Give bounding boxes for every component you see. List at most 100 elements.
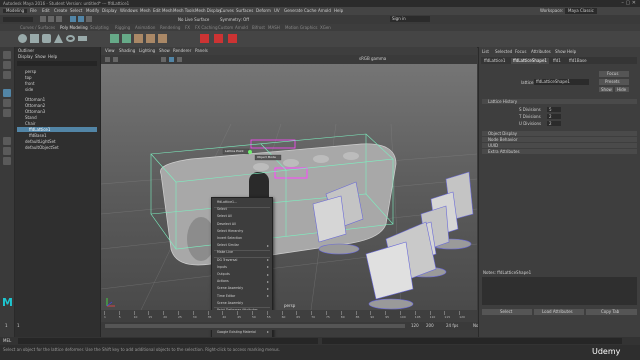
context-menu-item[interactable]: Outputs (217, 272, 230, 276)
shelf-tab[interactable]: Rendering (160, 26, 180, 30)
wireframe-icon[interactable] (161, 57, 166, 62)
outliner-menu-display[interactable]: Display (18, 55, 33, 59)
select-by-component-icon[interactable] (86, 16, 92, 22)
ae-tab[interactable]: ffd1Base (569, 59, 587, 63)
ae-section-lattice-history[interactable]: Lattice History (482, 99, 637, 104)
outliner-menu-help[interactable]: Help (48, 55, 57, 59)
textured-icon[interactable] (177, 57, 182, 62)
viewport-menu-view[interactable]: View (105, 49, 115, 53)
menu-select[interactable]: Select (70, 9, 82, 13)
menu-mesh-display[interactable]: Mesh Display (195, 9, 222, 13)
ae-tab-active[interactable]: ffdLatticeShape1 (511, 58, 549, 64)
start-time-field[interactable]: 1 (5, 324, 8, 328)
end-time-field[interactable]: 200 (426, 324, 434, 328)
ae-menu-help[interactable]: Help (567, 50, 576, 54)
viewport-menu-shading[interactable]: Shading (119, 49, 135, 53)
viewport-menu-panels[interactable]: Panels (195, 49, 208, 53)
ae-show-button[interactable]: Show (599, 87, 613, 92)
save-scene-icon[interactable] (56, 16, 62, 22)
poly-cone-icon[interactable] (54, 34, 63, 43)
context-menu-item[interactable]: Actions (217, 279, 229, 283)
menu-edit[interactable]: Edit (42, 9, 50, 13)
ae-presets-button[interactable]: Presets (599, 79, 629, 85)
ae-select-button[interactable]: Select (482, 309, 532, 315)
menu-generate[interactable]: Generate (284, 9, 303, 13)
bridge-icon[interactable] (146, 34, 155, 43)
bevel-icon[interactable] (158, 34, 167, 43)
command-input[interactable] (18, 338, 318, 344)
ae-tab[interactable]: ffd1 (553, 59, 561, 63)
menu-arnold[interactable]: Arnold (318, 9, 331, 13)
poly-sphere-icon[interactable] (18, 34, 27, 43)
multi-cut-icon[interactable] (200, 34, 209, 43)
outliner-menu-show[interactable]: Show (35, 55, 46, 59)
single-perspective-icon[interactable] (3, 137, 11, 145)
ae-load-attributes-button[interactable]: Load Attributes (534, 309, 584, 315)
select-by-hierarchy-icon[interactable] (70, 16, 76, 22)
sign-in-field[interactable]: Sign in (390, 16, 430, 22)
connect-icon[interactable] (228, 34, 237, 43)
menu-surfaces[interactable]: Surfaces (236, 9, 253, 13)
outliner-item[interactable]: ffdBase1 (17, 133, 97, 138)
outliner-item[interactable]: defaultObjectSet (17, 145, 97, 150)
poly-torus-icon[interactable] (66, 35, 75, 42)
ae-section-node-behavior[interactable]: Node Behavior (482, 137, 637, 142)
shelf-tab[interactable]: Curves / Surfaces (20, 26, 55, 30)
shelf-tab[interactable]: FX (185, 26, 190, 30)
ae-focus-button[interactable]: Focus (599, 71, 629, 77)
rotate-tool-icon[interactable] (3, 99, 11, 107)
mode-dropdown[interactable] (3, 17, 33, 22)
ae-menu-focus[interactable]: Focus (515, 50, 526, 54)
menu-file[interactable]: File (30, 9, 37, 13)
ae-menu-list[interactable]: List (482, 50, 489, 54)
shelf-tab[interactable]: Custom (218, 26, 233, 30)
menu-mesh-tools[interactable]: Mesh Tools (173, 9, 195, 13)
shelf-tab[interactable]: Bifrost (252, 26, 265, 30)
context-menu-item[interactable]: Scene Assembly (217, 301, 243, 305)
ae-copy-tab-button[interactable]: Copy Tab (586, 309, 637, 315)
target-weld-icon[interactable] (214, 34, 223, 43)
outliner-search-input[interactable] (17, 61, 97, 66)
scale-tool-icon[interactable] (3, 109, 11, 117)
lock-camera-icon[interactable] (113, 57, 118, 62)
context-menu-item[interactable]: Deselect All (217, 222, 236, 226)
outliner-item[interactable]: front (17, 81, 97, 86)
playback-start-field[interactable]: 1 (17, 324, 20, 328)
menu-curves[interactable]: Curves (220, 9, 234, 13)
ae-notes-field[interactable] (482, 277, 637, 305)
context-menu-item[interactable]: Select Hierarchy (217, 229, 243, 233)
menu-uv[interactable]: UV (274, 9, 280, 13)
viewport-scene[interactable] (101, 64, 477, 310)
viewport-menu-renderer[interactable]: Renderer (173, 49, 191, 53)
extrude-icon[interactable] (134, 34, 143, 43)
ae-hide-button[interactable]: Hide (615, 87, 629, 92)
shelf-tab[interactable]: XGen (320, 26, 331, 30)
outliner-item[interactable]: top (17, 75, 97, 80)
mode-selector[interactable]: Modeling (3, 9, 28, 13)
context-menu-item[interactable]: Inputs (217, 265, 227, 269)
viewport-persp[interactable]: Lattice Point Object Mode persp (101, 64, 477, 310)
move-tool-icon[interactable] (3, 89, 11, 97)
shelf-tab[interactable]: Arnold (235, 26, 248, 30)
outliner-item[interactable]: persp (17, 69, 97, 74)
new-scene-icon[interactable] (40, 16, 46, 22)
ae-node-name-field[interactable]: ffdLatticeShape1 (534, 79, 589, 85)
ae-attr-field[interactable]: 5 (547, 107, 561, 112)
menu-display[interactable]: Display (102, 9, 117, 13)
context-menu-item[interactable]: Google Existing Material (217, 330, 256, 334)
live-surface-label[interactable]: No Live Surface (178, 18, 209, 22)
cmd-language-label[interactable]: MEL (3, 339, 11, 343)
context-menu-item[interactable]: Time Editor (217, 294, 235, 298)
shelf-tab[interactable]: Rigging (115, 26, 130, 30)
shelf-tab[interactable]: Sculpting (90, 26, 109, 30)
outliner-item[interactable]: Chair (17, 121, 97, 126)
separate-icon[interactable] (122, 34, 131, 43)
select-tool-icon[interactable] (3, 51, 11, 59)
open-scene-icon[interactable] (48, 16, 54, 22)
menu-edit-mesh[interactable]: Edit Mesh (153, 9, 173, 13)
outliner-item[interactable]: defaultLightSet (17, 139, 97, 144)
ae-attr-field[interactable]: 2 (547, 114, 561, 119)
lasso-tool-icon[interactable] (3, 61, 11, 69)
context-menu-item[interactable]: Select All (217, 215, 232, 218)
combine-icon[interactable] (110, 34, 119, 43)
